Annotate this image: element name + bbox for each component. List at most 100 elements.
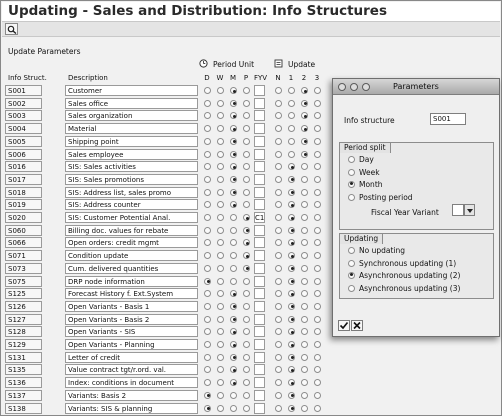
period-radio-p[interactable]	[243, 353, 250, 361]
period-radio-p[interactable]	[243, 226, 250, 234]
period-radio-w[interactable]	[217, 366, 224, 374]
period-radio-m[interactable]	[230, 163, 237, 171]
period-radio-m[interactable]	[230, 175, 237, 183]
period-radio-m[interactable]	[230, 353, 237, 361]
update-radio-1[interactable]	[288, 150, 295, 158]
update-radio-1[interactable]	[288, 163, 295, 171]
update-radio-3[interactable]	[314, 226, 321, 234]
period-radio-w[interactable]	[217, 391, 224, 399]
period-radio-m[interactable]	[230, 226, 237, 234]
period-radio-p[interactable]	[243, 252, 250, 260]
update-radio-1[interactable]	[288, 175, 295, 183]
period-radio-p[interactable]	[243, 214, 250, 221]
period-radio-m[interactable]	[230, 252, 237, 260]
fyv-field[interactable]	[254, 123, 265, 135]
update-radio-3[interactable]	[314, 341, 321, 348]
period-radio-w[interactable]	[217, 315, 224, 323]
update-radio-n[interactable]	[275, 226, 282, 234]
period-radio-p[interactable]	[243, 404, 250, 412]
update-radio-2[interactable]	[301, 404, 308, 412]
period-radio-w[interactable]	[217, 404, 224, 412]
period-radio-m[interactable]	[230, 277, 237, 285]
period-radio-w[interactable]	[217, 125, 224, 133]
period-radio-w[interactable]	[217, 226, 224, 234]
window-minimize-icon[interactable]	[350, 83, 358, 91]
period-radio-p[interactable]	[243, 302, 250, 310]
update-radio-3[interactable]	[314, 201, 321, 209]
update-radio-3[interactable]	[314, 214, 321, 221]
period-radio-p[interactable]	[243, 391, 250, 399]
fyv-field[interactable]	[254, 110, 265, 122]
period-radio-p[interactable]	[243, 99, 250, 107]
update-radio-2[interactable]	[301, 353, 308, 361]
period-radio-d[interactable]	[204, 328, 211, 336]
updating-option[interactable]: No updating	[348, 246, 405, 255]
update-radio-2[interactable]	[301, 99, 308, 107]
period-radio-p[interactable]	[243, 290, 250, 298]
period-radio-w[interactable]	[217, 112, 224, 120]
window-close-icon[interactable]	[338, 83, 346, 91]
period-radio-w[interactable]	[217, 353, 224, 361]
period-radio-d[interactable]	[204, 391, 211, 399]
period-radio-d[interactable]	[204, 112, 211, 120]
update-radio-1[interactable]	[288, 353, 295, 361]
update-radio-1[interactable]	[288, 239, 295, 247]
update-radio-3[interactable]	[314, 404, 321, 412]
radio-button[interactable]	[348, 168, 355, 176]
update-radio-1[interactable]	[288, 226, 295, 234]
period-radio-m[interactable]	[230, 99, 237, 107]
period-radio-m[interactable]	[230, 341, 237, 348]
period-radio-d[interactable]	[204, 353, 211, 361]
update-radio-n[interactable]	[275, 125, 282, 133]
update-radio-3[interactable]	[314, 302, 321, 310]
update-radio-n[interactable]	[275, 264, 282, 272]
update-radio-3[interactable]	[314, 175, 321, 183]
update-radio-3[interactable]	[314, 353, 321, 361]
fyv-field[interactable]	[254, 364, 265, 376]
update-radio-2[interactable]	[301, 87, 308, 94]
period-radio-p[interactable]	[243, 112, 250, 120]
period-radio-w[interactable]	[217, 201, 224, 209]
update-radio-1[interactable]	[288, 99, 295, 107]
period-radio-p[interactable]	[243, 137, 250, 145]
update-radio-n[interactable]	[275, 366, 282, 374]
period-radio-d[interactable]	[204, 163, 211, 171]
update-radio-3[interactable]	[314, 252, 321, 260]
period-radio-d[interactable]	[204, 137, 211, 145]
fyv-field[interactable]	[254, 326, 265, 338]
update-radio-2[interactable]	[301, 391, 308, 399]
period-radio-p[interactable]	[243, 328, 250, 336]
update-radio-1[interactable]	[288, 315, 295, 323]
update-radio-n[interactable]	[275, 353, 282, 361]
fyv-field[interactable]	[254, 250, 265, 262]
update-radio-n[interactable]	[275, 163, 282, 171]
update-radio-2[interactable]	[301, 264, 308, 272]
radio-button[interactable]	[348, 259, 355, 267]
update-radio-1[interactable]	[288, 214, 295, 221]
period-radio-d[interactable]	[204, 226, 211, 234]
update-radio-2[interactable]	[301, 315, 308, 323]
period-radio-d[interactable]	[204, 252, 211, 260]
period-radio-w[interactable]	[217, 379, 224, 387]
period-radio-w[interactable]	[217, 290, 224, 298]
update-radio-n[interactable]	[275, 290, 282, 298]
update-radio-3[interactable]	[314, 290, 321, 298]
fyv-field[interactable]	[254, 402, 265, 414]
update-radio-1[interactable]	[288, 379, 295, 387]
update-radio-3[interactable]	[314, 99, 321, 107]
period-radio-m[interactable]	[230, 404, 237, 412]
period-radio-d[interactable]	[204, 315, 211, 323]
period-radio-m[interactable]	[230, 239, 237, 247]
period-radio-p[interactable]	[243, 379, 250, 387]
update-radio-2[interactable]	[301, 290, 308, 298]
period-radio-p[interactable]	[243, 201, 250, 209]
update-radio-n[interactable]	[275, 315, 282, 323]
update-radio-1[interactable]	[288, 328, 295, 336]
fyv-field[interactable]	[254, 97, 265, 109]
period-radio-p[interactable]	[243, 175, 250, 183]
period-radio-w[interactable]	[217, 214, 224, 221]
period-radio-p[interactable]	[243, 125, 250, 133]
update-radio-3[interactable]	[314, 391, 321, 399]
fyv-field[interactable]	[254, 148, 265, 160]
fyv-field[interactable]	[254, 173, 265, 185]
